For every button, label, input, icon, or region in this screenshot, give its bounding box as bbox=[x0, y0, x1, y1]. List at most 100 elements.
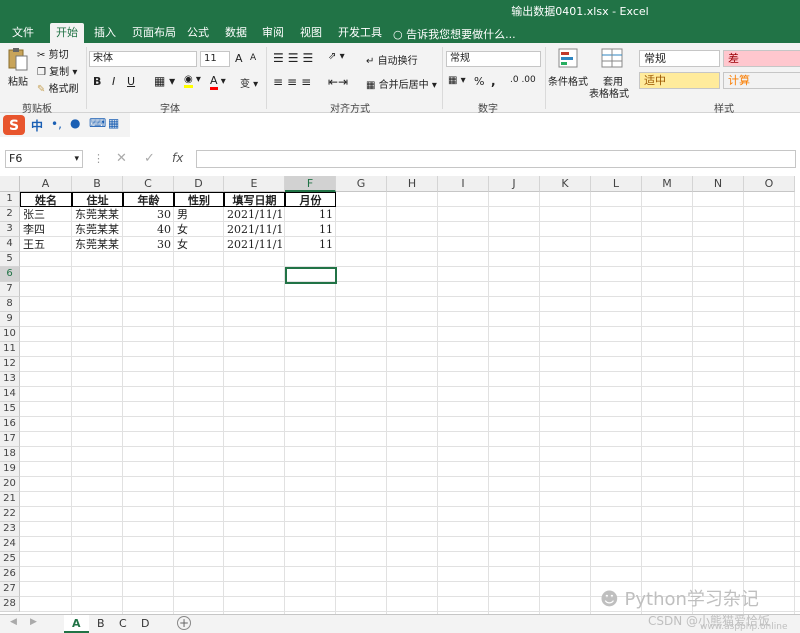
horizontal-align-buttons[interactable]: ≡≡≡ bbox=[273, 75, 315, 89]
row-header-16[interactable]: 16 bbox=[0, 417, 20, 432]
header-cell[interactable]: 填写日期 bbox=[224, 192, 285, 207]
row-header-23[interactable]: 23 bbox=[0, 522, 20, 537]
row-header-14[interactable]: 14 bbox=[0, 387, 20, 402]
column-header-c[interactable]: C bbox=[123, 176, 174, 192]
data-cell[interactable]: 11 bbox=[285, 237, 336, 252]
shrink-font-button[interactable]: A bbox=[250, 53, 256, 63]
keyboard-icon[interactable]: ⌨ bbox=[89, 116, 106, 130]
data-cell[interactable]: 李四 bbox=[20, 222, 72, 237]
row-header-8[interactable]: 8 bbox=[0, 297, 20, 312]
column-header-l[interactable]: L bbox=[591, 176, 642, 192]
orientation-button[interactable]: ⇗ ▾ bbox=[328, 51, 345, 62]
row-header-12[interactable]: 12 bbox=[0, 357, 20, 372]
row-header-5[interactable]: 5 bbox=[0, 252, 20, 267]
data-cell[interactable]: 2021/11/1 bbox=[224, 237, 285, 252]
row-header-28[interactable]: 28 bbox=[0, 597, 20, 612]
format-as-table-label2[interactable]: 表格格式 bbox=[589, 85, 629, 100]
row-header-19[interactable]: 19 bbox=[0, 462, 20, 477]
conditional-format-label[interactable]: 条件格式 bbox=[548, 73, 588, 88]
row-header-24[interactable]: 24 bbox=[0, 537, 20, 552]
number-format-select[interactable]: 常规 bbox=[446, 51, 541, 67]
formula-input[interactable] bbox=[196, 150, 796, 168]
currency-button[interactable]: ▦ ▾ bbox=[448, 75, 466, 86]
data-cell[interactable]: 40 bbox=[123, 222, 174, 237]
data-cell[interactable]: 女 bbox=[174, 222, 224, 237]
row-header-15[interactable]: 15 bbox=[0, 402, 20, 417]
sheet-tab-d[interactable]: D bbox=[133, 615, 157, 633]
row-header-2[interactable]: 2 bbox=[0, 207, 20, 222]
data-cell[interactable]: 张三 bbox=[20, 207, 72, 222]
data-cell[interactable]: 2021/11/1 bbox=[224, 207, 285, 222]
data-cell[interactable]: 王五 bbox=[20, 237, 72, 252]
border-button[interactable]: ▦ ▾ bbox=[154, 74, 175, 88]
font-size-select[interactable]: 11 bbox=[200, 51, 230, 67]
data-cell[interactable]: 11 bbox=[285, 222, 336, 237]
vertical-align-buttons[interactable]: ☰☰☰ bbox=[273, 51, 317, 65]
tab-data[interactable]: 数据 bbox=[219, 23, 253, 43]
font-name-select[interactable]: 宋体 bbox=[89, 51, 197, 67]
tab-home[interactable]: 开始 bbox=[50, 23, 84, 43]
name-box[interactable]: F6 ▾ bbox=[5, 150, 83, 168]
row-header-1[interactable]: 1 bbox=[0, 192, 20, 207]
row-header-26[interactable]: 26 bbox=[0, 567, 20, 582]
font-color-button[interactable]: A ▾ bbox=[210, 74, 226, 90]
column-header-m[interactable]: M bbox=[642, 176, 693, 192]
percent-button[interactable]: % bbox=[474, 75, 484, 88]
column-header-a[interactable]: A bbox=[20, 176, 72, 192]
header-cell[interactable]: 年龄 bbox=[123, 192, 174, 207]
column-header-h[interactable]: H bbox=[387, 176, 438, 192]
column-header-g[interactable]: G bbox=[336, 176, 387, 192]
toolbox-icon[interactable]: ▦ bbox=[108, 116, 119, 130]
sheet-tab-a[interactable]: A bbox=[64, 615, 89, 633]
header-cell[interactable]: 姓名 bbox=[20, 192, 72, 207]
prev-sheet-icon[interactable]: ◀ bbox=[10, 617, 17, 627]
tab-formulas[interactable]: 公式 bbox=[181, 23, 215, 43]
row-header-13[interactable]: 13 bbox=[0, 372, 20, 387]
column-header-e[interactable]: E bbox=[224, 176, 285, 192]
sogou-logo-icon[interactable]: S bbox=[3, 115, 25, 135]
italic-button[interactable]: I bbox=[112, 75, 115, 88]
tab-file[interactable]: 文件 bbox=[6, 23, 40, 43]
tell-me-box[interactable]: ○ 告诉我您想要做什么... bbox=[393, 26, 516, 42]
select-all-button[interactable] bbox=[0, 176, 20, 192]
paste-label[interactable]: 粘贴 bbox=[8, 73, 28, 88]
row-header-11[interactable]: 11 bbox=[0, 342, 20, 357]
cancel-icon[interactable]: ✕ bbox=[116, 151, 127, 166]
cell-style-option[interactable]: 计算 bbox=[723, 72, 800, 89]
header-cell[interactable]: 月份 bbox=[285, 192, 336, 207]
row-header-9[interactable]: 9 bbox=[0, 312, 20, 327]
ime-mode-button[interactable]: 中 bbox=[31, 117, 43, 134]
punctuation-icon[interactable]: •, bbox=[51, 117, 62, 131]
spreadsheet-grid[interactable]: ABCDEFGHIJKLMNO 1 2 3 4 5 6 7 8 9 10 11 12 13 14 15 16 1… bbox=[0, 176, 800, 614]
cut-button[interactable]: ✂ 剪切 bbox=[37, 46, 69, 61]
selected-cell[interactable] bbox=[285, 267, 337, 284]
column-header-j[interactable]: J bbox=[489, 176, 540, 192]
phonetic-button[interactable]: 变 ▾ bbox=[240, 75, 258, 90]
conditional-format-button[interactable] bbox=[557, 47, 581, 72]
bold-button[interactable]: B bbox=[93, 75, 101, 88]
row-header-17[interactable]: 17 bbox=[0, 432, 20, 447]
row-header-27[interactable]: 27 bbox=[0, 582, 20, 597]
row-header-4[interactable]: 4 bbox=[0, 237, 20, 252]
row-header-3[interactable]: 3 bbox=[0, 222, 20, 237]
insert-function-button[interactable]: fx bbox=[172, 151, 183, 165]
wrap-text-button[interactable]: ↵ 自动换行 bbox=[366, 52, 418, 67]
row-header-25[interactable]: 25 bbox=[0, 552, 20, 567]
row-header-21[interactable]: 21 bbox=[0, 492, 20, 507]
column-header-o[interactable]: O bbox=[744, 176, 795, 192]
column-header-k[interactable]: K bbox=[540, 176, 591, 192]
data-cell[interactable]: 30 bbox=[123, 207, 174, 222]
data-cell[interactable]: 东莞某某 bbox=[72, 222, 123, 237]
tab-review[interactable]: 审阅 bbox=[256, 23, 290, 43]
next-sheet-icon[interactable]: ▶ bbox=[30, 617, 37, 627]
grow-font-button[interactable]: A bbox=[235, 52, 243, 65]
underline-button[interactable]: U bbox=[127, 75, 135, 88]
microphone-icon[interactable]: ● bbox=[70, 116, 80, 130]
copy-button[interactable]: ❐ 复制 ▾ bbox=[37, 63, 77, 78]
sheet-tab-b[interactable]: B bbox=[89, 615, 113, 633]
column-header-i[interactable]: I bbox=[438, 176, 489, 192]
cell-style-option[interactable]: 常规 bbox=[639, 50, 720, 67]
paste-button[interactable] bbox=[6, 47, 30, 71]
column-header-b[interactable]: B bbox=[72, 176, 123, 192]
row-header-7[interactable]: 7 bbox=[0, 282, 20, 297]
